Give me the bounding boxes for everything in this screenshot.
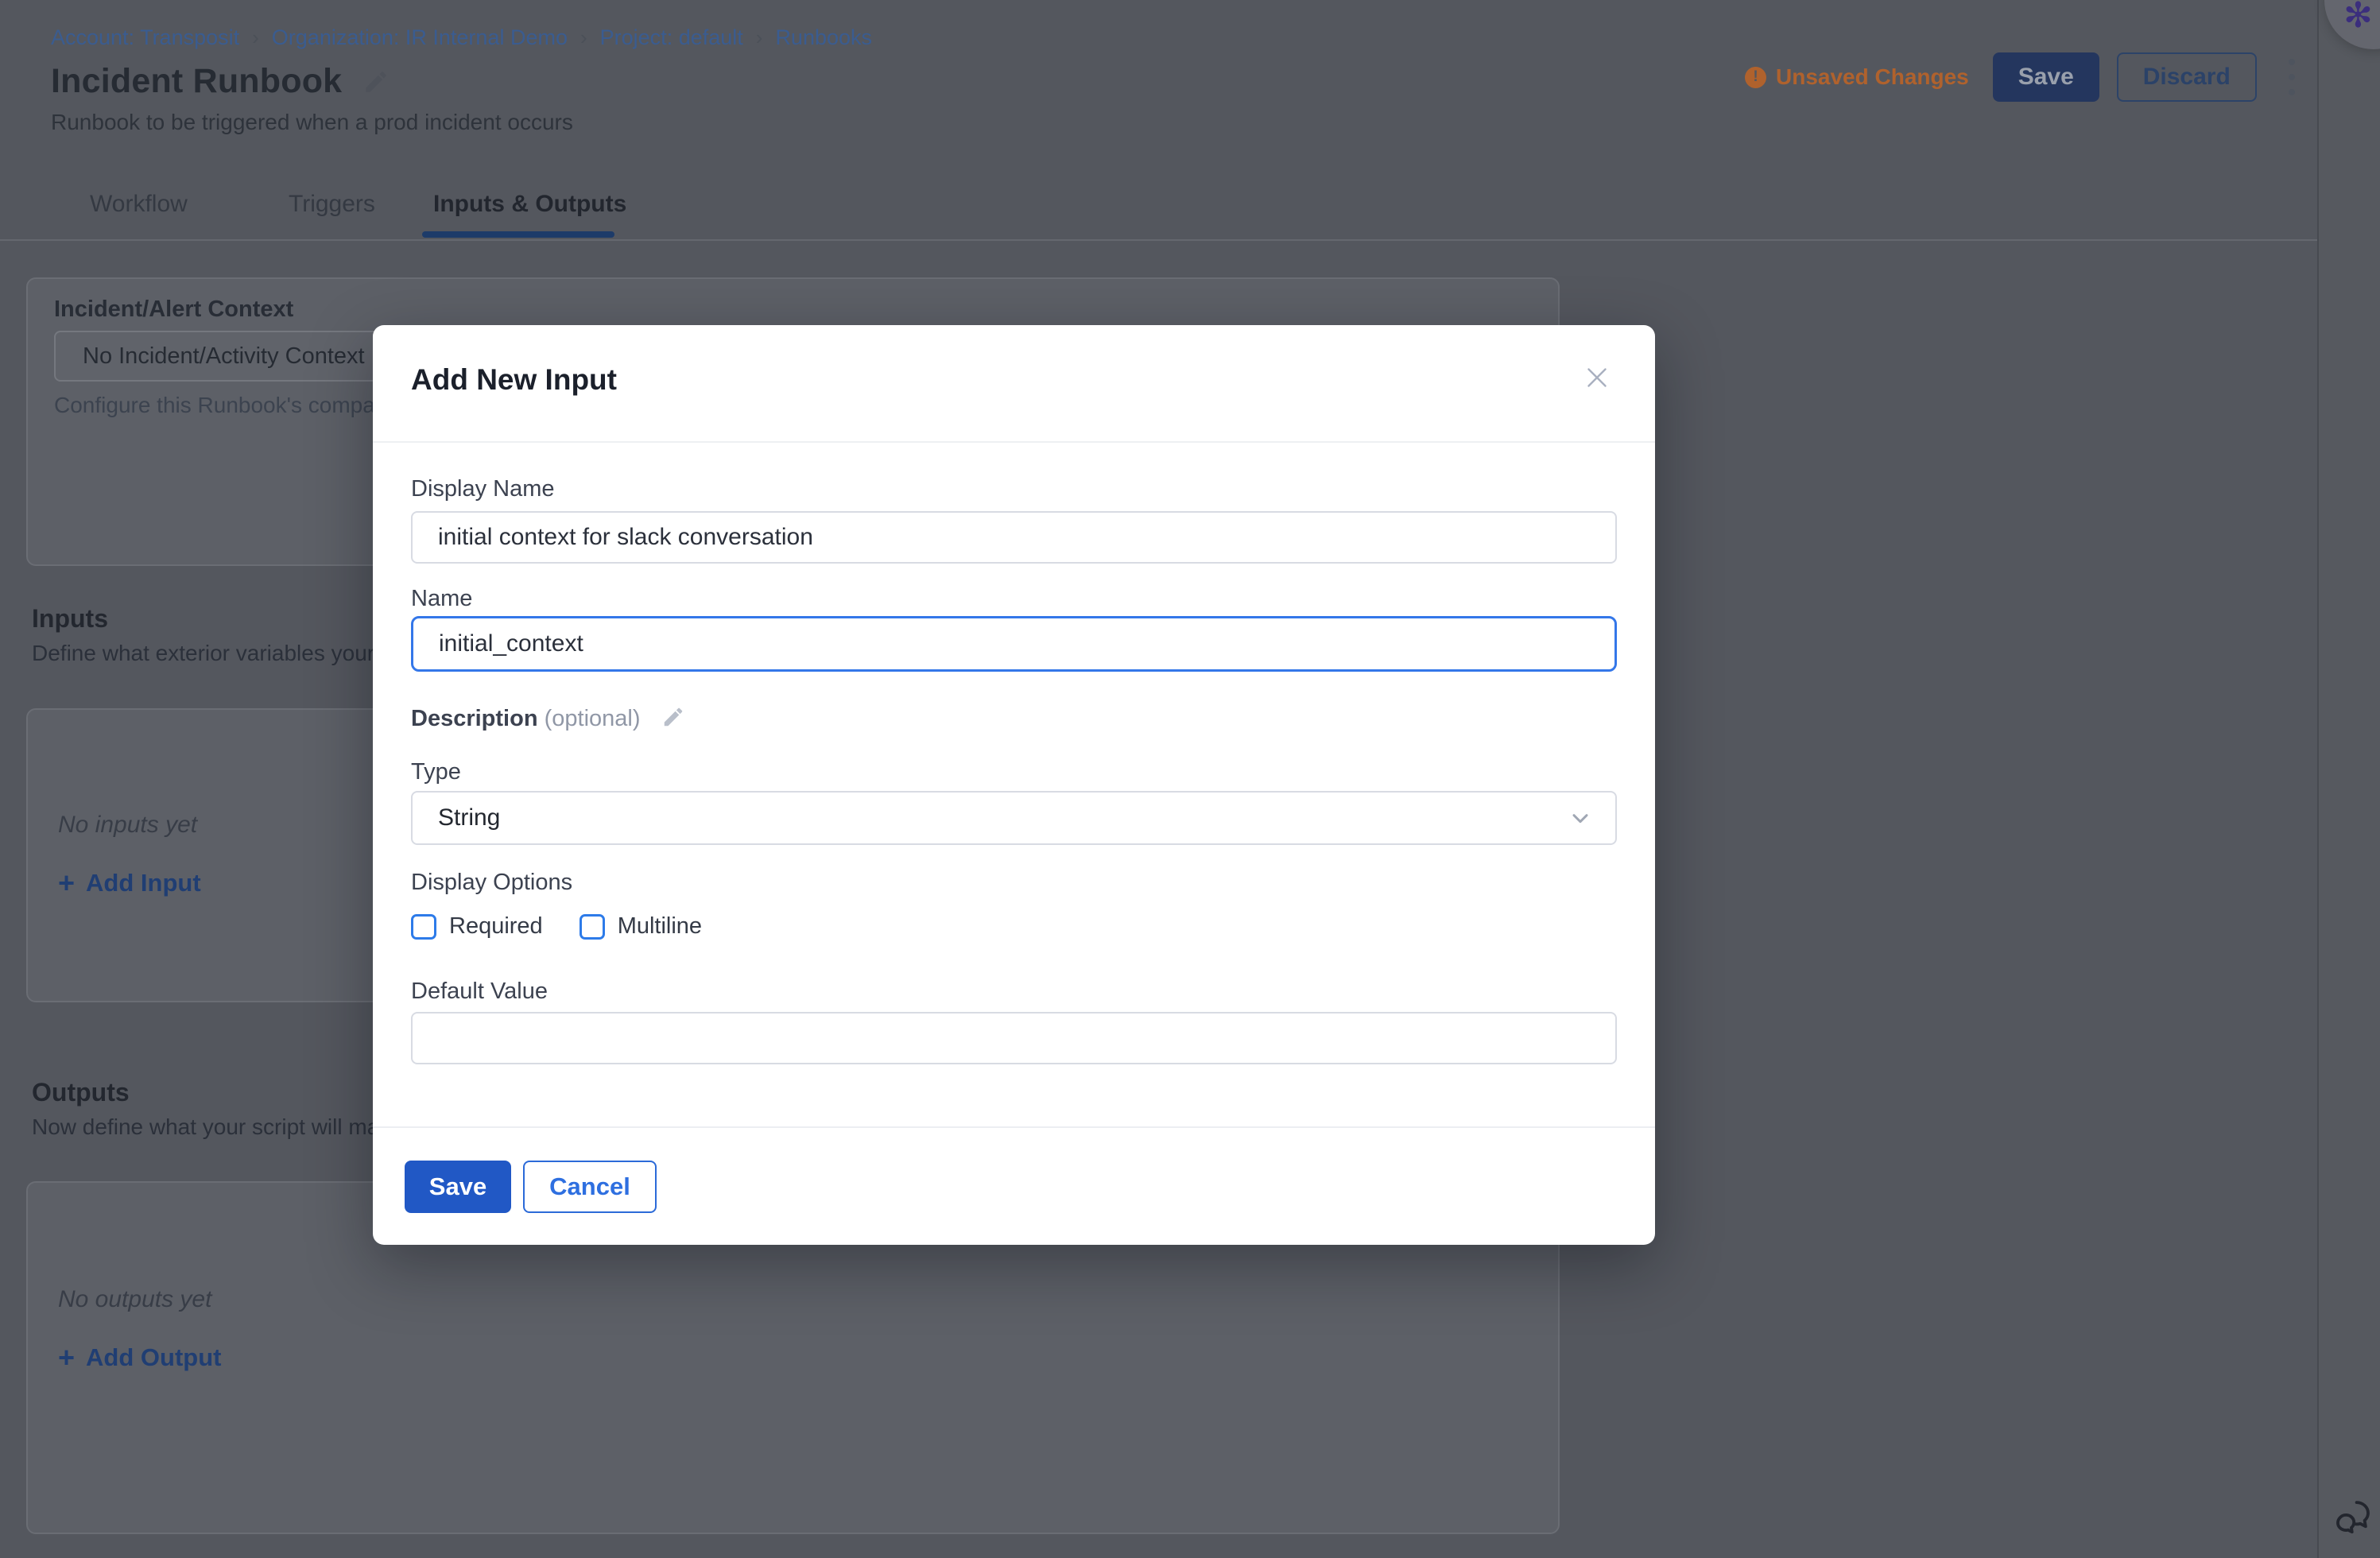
edit-title-pencil-icon[interactable] <box>362 68 390 95</box>
default-value-label: Default Value <box>411 979 548 1005</box>
description-optional-text: (optional) <box>545 706 641 731</box>
tab-triggers[interactable]: Triggers <box>289 191 375 218</box>
incident-context-help-text: Configure this Runbook's compatibi <box>54 393 404 418</box>
incident-context-dropdown-value: No Incident/Activity Context <box>83 343 365 370</box>
plus-icon: + <box>58 871 75 895</box>
active-tab-underline <box>422 231 614 238</box>
plus-icon: + <box>58 1346 75 1370</box>
display-options-row: Required Multiline <box>411 913 702 940</box>
description-label-text: Description <box>411 706 538 731</box>
scrollbar-gutter <box>2319 0 2380 1558</box>
unsaved-changes-label: Unsaved Changes <box>1776 64 1969 90</box>
modal-header-divider <box>373 441 1655 443</box>
chat-bubbles-icon[interactable] <box>2332 1496 2375 1539</box>
no-inputs-text: No inputs yet <box>58 812 197 839</box>
close-icon[interactable] <box>1580 360 1614 395</box>
flower-icon[interactable]: ✻ <box>2343 0 2373 36</box>
chevron-right-icon: › <box>252 25 259 50</box>
add-output-button[interactable]: + Add Output <box>58 1343 221 1372</box>
display-name-label: Display Name <box>411 476 555 502</box>
default-value-input[interactable] <box>411 1012 1617 1064</box>
no-outputs-text: No outputs yet <box>58 1286 211 1313</box>
chevron-right-icon: › <box>580 25 587 50</box>
content-right-border <box>2317 0 2319 1558</box>
required-checkbox[interactable] <box>411 914 436 940</box>
add-new-input-modal: Add New Input Display Name Name Descript… <box>373 325 1655 1245</box>
unsaved-changes-badge: ! Unsaved Changes <box>1745 64 1969 90</box>
required-checkbox-label[interactable]: Required <box>449 913 543 940</box>
add-output-label: Add Output <box>86 1343 221 1372</box>
multiline-checkbox[interactable] <box>579 914 605 940</box>
edit-description-pencil-icon[interactable] <box>661 705 685 729</box>
add-input-button[interactable]: + Add Input <box>58 869 201 897</box>
modal-title: Add New Input <box>411 363 617 397</box>
inputs-heading: Inputs <box>32 604 108 634</box>
breadcrumb-runbooks-link[interactable]: Runbooks <box>775 25 872 50</box>
modal-cancel-button[interactable]: Cancel <box>523 1161 657 1213</box>
warning-icon: ! <box>1745 67 1766 88</box>
add-input-label: Add Input <box>86 869 201 897</box>
outputs-description: Now define what your script will ma <box>32 1114 379 1140</box>
description-label: Description (optional) <box>411 705 685 732</box>
inputs-description: Define what exterior variables your <box>32 641 374 666</box>
page-subtitle: Runbook to be triggered when a prod inci… <box>51 110 573 135</box>
multiline-checkbox-label[interactable]: Multiline <box>618 913 702 940</box>
name-input[interactable] <box>411 616 1617 672</box>
tab-inputs-outputs[interactable]: Inputs & Outputs <box>433 191 626 218</box>
tabs-divider <box>0 239 2319 241</box>
outputs-heading: Outputs <box>32 1078 130 1107</box>
more-options-kebab-icon[interactable] <box>2281 51 2303 103</box>
type-select-value: String <box>438 804 500 831</box>
type-label: Type <box>411 759 461 785</box>
display-options-label: Display Options <box>411 870 572 896</box>
modal-footer-divider <box>373 1126 1655 1128</box>
breadcrumb-account-link[interactable]: Account: Transposit <box>51 25 239 50</box>
breadcrumb-organization-link[interactable]: Organization: IR Internal Demo <box>272 25 568 50</box>
chevron-down-icon <box>1568 805 1593 831</box>
display-name-input[interactable] <box>411 511 1617 564</box>
chevron-right-icon: › <box>756 25 763 50</box>
type-select[interactable]: String <box>411 791 1617 845</box>
breadcrumb-project-link[interactable]: Project: default <box>600 25 743 50</box>
header-save-button[interactable]: Save <box>1993 52 2099 102</box>
incident-context-label: Incident/Alert Context <box>54 296 293 323</box>
page-title: Incident Runbook <box>51 62 342 101</box>
breadcrumb: Account: Transposit › Organization: IR I… <box>51 25 872 50</box>
header-discard-button[interactable]: Discard <box>2117 52 2257 102</box>
name-label: Name <box>411 586 472 612</box>
tab-workflow[interactable]: Workflow <box>90 191 188 218</box>
modal-save-button[interactable]: Save <box>405 1161 511 1213</box>
